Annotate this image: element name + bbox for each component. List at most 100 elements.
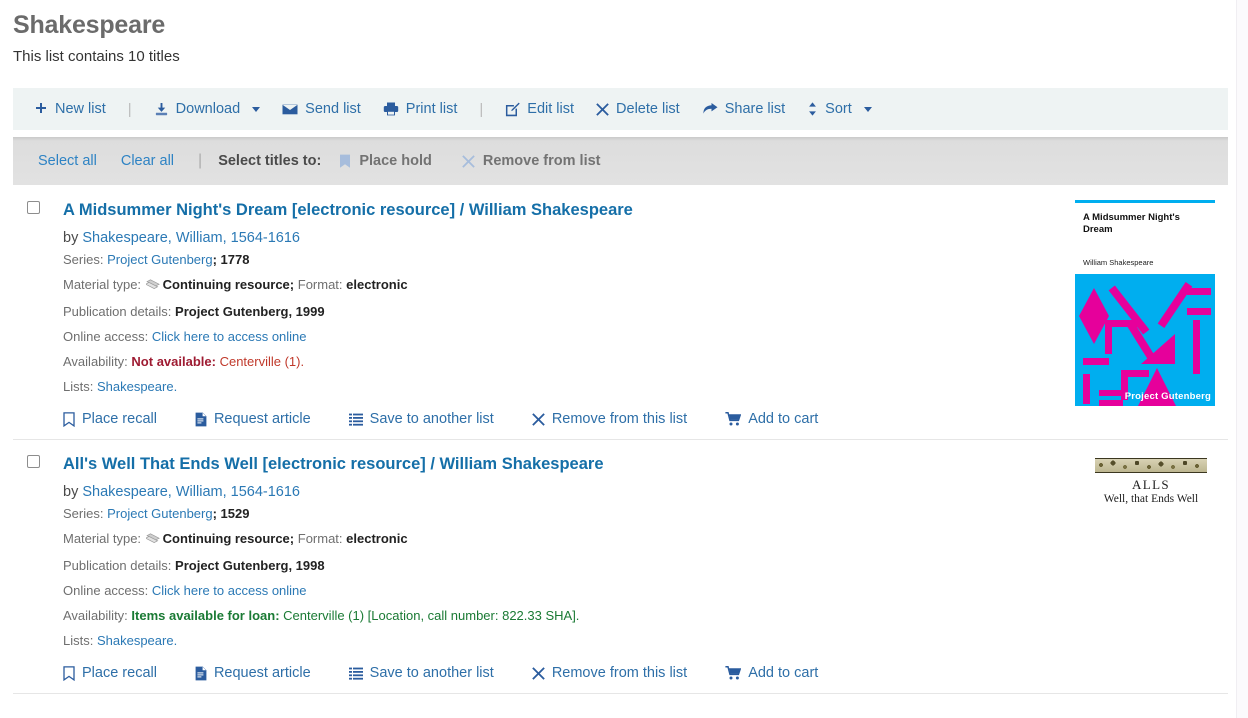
place-recall-button[interactable]: Place recall — [63, 665, 157, 681]
cover-title-line-2: Well, that Ends Well — [1087, 492, 1215, 507]
place-recall-label: Place recall — [82, 411, 157, 427]
availability-label: Availability: — [63, 608, 128, 623]
record-author-line: by Shakespeare, William, 1564-1616 — [63, 228, 1048, 248]
remove-from-list-button[interactable]: Remove from list — [462, 153, 601, 169]
online-access-link[interactable]: Click here to access online — [152, 583, 307, 598]
record-lists-line: Lists: Shakespeare. — [63, 632, 1048, 649]
new-list-button[interactable]: New list — [34, 100, 106, 118]
list-icon — [349, 667, 363, 680]
cover-author: William Shakespeare — [1083, 258, 1153, 267]
page-content: Shakespeare This list contains 10 titles… — [0, 0, 1236, 718]
availability-detail: Centerville (1) [Location, call number: … — [283, 608, 579, 623]
save-to-another-list-button[interactable]: Save to another list — [349, 665, 494, 681]
add-to-cart-button[interactable]: Add to cart — [725, 411, 818, 427]
remove-from-this-list-button[interactable]: Remove from this list — [532, 665, 687, 681]
cover-title: A Midsummer Night's Dream — [1083, 212, 1207, 236]
record-title-link[interactable]: A Midsummer Night's Dream [electronic re… — [63, 200, 1048, 221]
plus-icon — [34, 102, 48, 116]
sort-button[interactable]: Sort — [807, 100, 872, 118]
cover-artwork: Project Gutenberg — [1075, 274, 1215, 406]
cover-text-block: A Midsummer Night's Dream William Shakes… — [1075, 203, 1215, 274]
bookmark-icon — [339, 154, 351, 169]
lists-label: Lists: — [63, 379, 93, 394]
cart-icon — [725, 666, 741, 680]
chevron-down-icon — [252, 107, 260, 112]
pencil-square-icon — [505, 102, 520, 117]
format-label: Format: — [298, 531, 343, 546]
delete-list-button[interactable]: Delete list — [596, 100, 680, 118]
download-button[interactable]: Download — [154, 100, 261, 118]
share-arrow-icon — [702, 102, 718, 116]
record-checkbox[interactable] — [27, 455, 40, 468]
close-icon — [596, 103, 609, 116]
record-actions: Place recall Request article Save to ano… — [63, 411, 1228, 427]
results-list: A Midsummer Night's Dream [electronic re… — [13, 186, 1228, 694]
series-label: Series: — [63, 252, 103, 267]
cart-icon — [725, 412, 741, 426]
record-online-access-line: Online access: Click here to access onli… — [63, 582, 1048, 599]
cover-publisher: Project Gutenberg — [1125, 391, 1211, 402]
edit-list-button[interactable]: Edit list — [505, 100, 574, 118]
selectbar-separator: | — [198, 152, 202, 170]
list-link[interactable]: Shakespeare. — [97, 379, 177, 394]
print-list-button[interactable]: Print list — [383, 100, 458, 118]
add-to-cart-button[interactable]: Add to cart — [725, 665, 818, 681]
material-type-value: Continuing resource; — [163, 277, 294, 292]
clear-all-link[interactable]: Clear all — [121, 153, 174, 169]
record-cover[interactable]: A Midsummer Night's Dream William Shakes… — [1075, 200, 1215, 409]
format-value: electronic — [346, 277, 407, 292]
place-hold-button[interactable]: Place hold — [339, 153, 432, 169]
series-link[interactable]: Project Gutenberg — [107, 252, 213, 267]
list-count-text: This list contains 10 titles — [0, 40, 1236, 67]
share-list-button[interactable]: Share list — [702, 100, 785, 118]
by-label: by — [63, 230, 78, 246]
page-right-gutter — [1236, 0, 1248, 718]
record-title-link[interactable]: All's Well That Ends Well [electronic re… — [63, 454, 1048, 475]
download-icon — [154, 102, 169, 117]
request-article-button[interactable]: Request article — [195, 665, 311, 681]
save-to-another-list-button[interactable]: Save to another list — [349, 411, 494, 427]
record-author-line: by Shakespeare, William, 1564-1616 — [63, 482, 1048, 502]
list-page: Shakespeare This list contains 10 titles… — [0, 0, 1248, 718]
save-to-another-list-label: Save to another list — [370, 665, 494, 681]
delete-list-label: Delete list — [616, 100, 680, 118]
record-material-type-line: Material type: Continuing resource; Form… — [63, 276, 1048, 295]
status-badge: Not available: — [131, 354, 216, 369]
remove-from-this-list-button[interactable]: Remove from this list — [532, 411, 687, 427]
document-icon — [195, 412, 207, 427]
material-type-label: Material type: — [63, 277, 141, 292]
close-icon — [532, 413, 545, 426]
bookmark-icon — [63, 412, 75, 427]
select-all-link[interactable]: Select all — [38, 153, 97, 169]
record-checkbox[interactable] — [27, 201, 40, 214]
status-badge: Items available for loan: — [131, 608, 279, 623]
record-author-link[interactable]: Shakespeare, William, 1564-1616 — [82, 484, 300, 500]
record-body: A Midsummer Night's Dream [electronic re… — [63, 200, 1048, 395]
place-recall-button[interactable]: Place recall — [63, 411, 157, 427]
send-list-label: Send list — [305, 100, 361, 118]
availability-label: Availability: — [63, 354, 128, 369]
material-type-value: Continuing resource; — [163, 531, 294, 546]
toolbar-separator-2: | — [479, 101, 483, 118]
printer-icon — [383, 102, 399, 116]
continuing-resource-icon — [146, 532, 160, 549]
remove-from-list-label: Remove from list — [483, 153, 601, 169]
record-author-link[interactable]: Shakespeare, William, 1564-1616 — [82, 230, 300, 246]
format-value: electronic — [346, 531, 407, 546]
table-row: A Midsummer Night's Dream [electronic re… — [13, 186, 1228, 440]
record-series-line: Series: Project Gutenberg; 1778 — [63, 251, 1048, 268]
cover-title-line-1: ALLS — [1087, 477, 1215, 492]
online-access-label: Online access: — [63, 329, 148, 344]
request-article-button[interactable]: Request article — [195, 411, 311, 427]
series-link[interactable]: Project Gutenberg — [107, 506, 213, 521]
record-body: All's Well That Ends Well [electronic re… — [63, 454, 1048, 649]
online-access-link[interactable]: Click here to access online — [152, 329, 307, 344]
record-cover[interactable]: ALLS Well, that Ends Well — [1087, 454, 1215, 513]
continuing-resource-icon — [146, 278, 160, 295]
list-link[interactable]: Shakespeare. — [97, 633, 177, 648]
add-to-cart-label: Add to cart — [748, 411, 818, 427]
publication-details-value: Project Gutenberg, 1999 — [175, 304, 325, 319]
sort-updown-icon — [807, 102, 818, 116]
save-to-another-list-label: Save to another list — [370, 411, 494, 427]
send-list-button[interactable]: Send list — [282, 100, 361, 118]
